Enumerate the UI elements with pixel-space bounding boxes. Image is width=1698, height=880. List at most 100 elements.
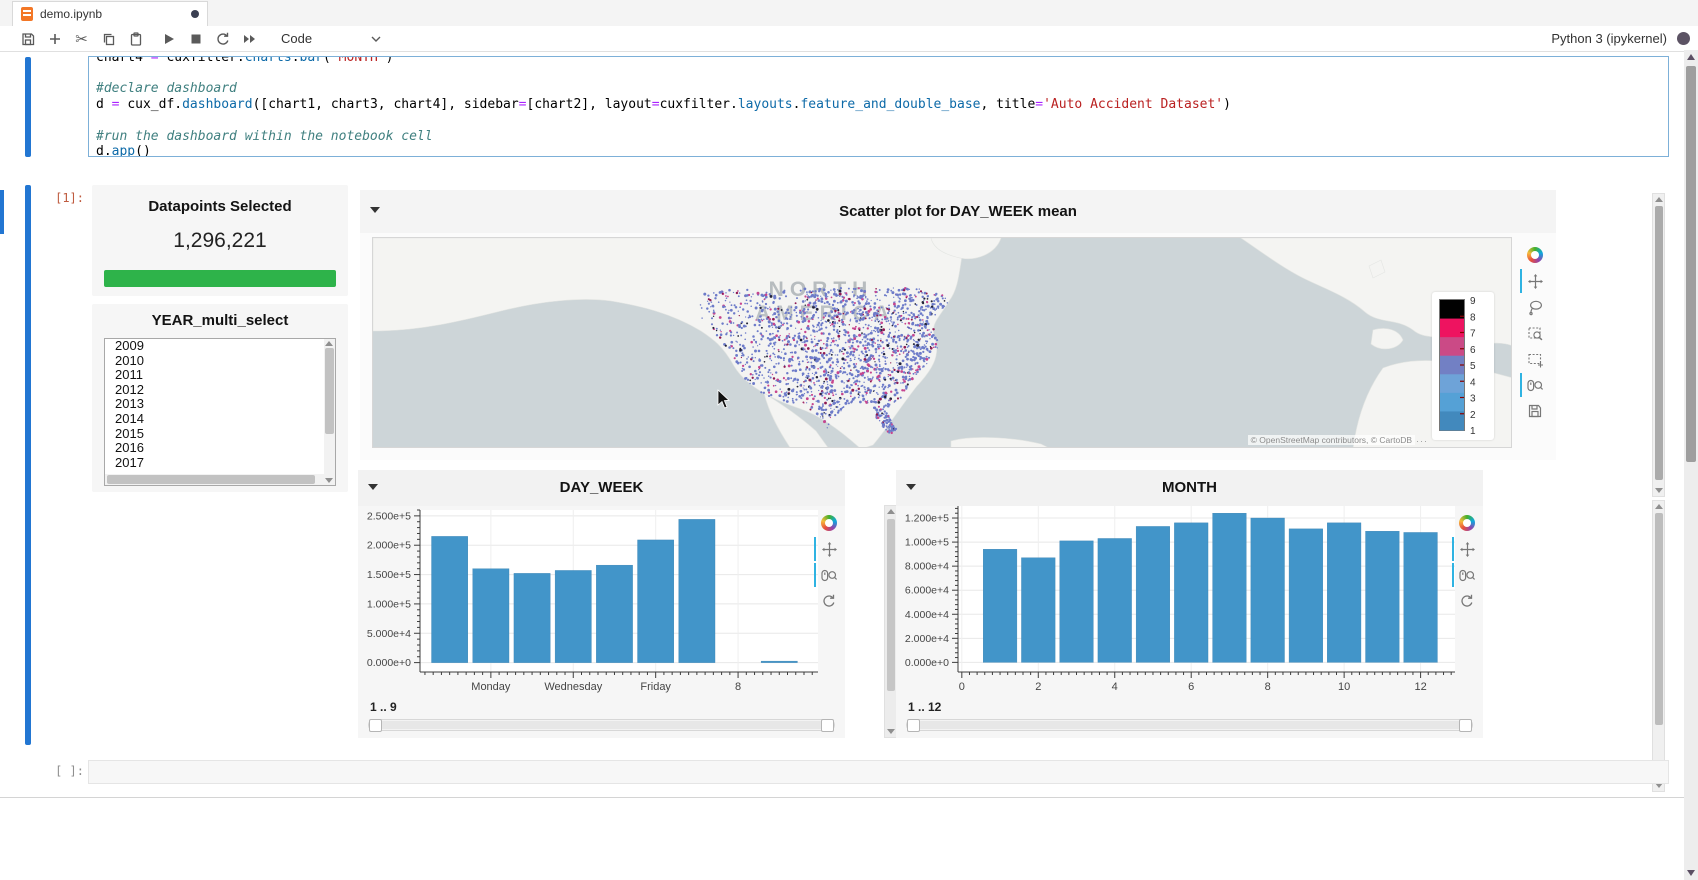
save-plot-button[interactable] <box>1524 398 1546 424</box>
bar[interactable] <box>1060 541 1094 662</box>
bokeh-logo-icon[interactable] <box>1524 242 1546 268</box>
reset-tool-button[interactable] <box>1456 588 1478 614</box>
run-cell-button[interactable] <box>155 28 182 50</box>
bar[interactable] <box>1174 523 1208 663</box>
box-select-button[interactable] <box>1524 346 1546 372</box>
slider-handle-left[interactable] <box>907 719 920 732</box>
bokeh-toolbar <box>1456 510 1478 614</box>
scroll-thumb[interactable] <box>887 519 895 691</box>
cell-input-collapser[interactable] <box>25 57 31 157</box>
code-cell-editor[interactable]: chart4 = cuxfilter.charts.bar('MONTH') #… <box>88 56 1669 157</box>
year-option[interactable]: 2013 <box>105 397 335 412</box>
year-option[interactable]: 2017 <box>105 456 335 471</box>
tab-demo-ipynb[interactable]: demo.ipynb <box>12 1 208 26</box>
x-tick-label: 10 <box>1338 681 1350 693</box>
stop-kernel-button[interactable] <box>182 28 209 50</box>
bar[interactable] <box>1021 558 1055 663</box>
bar[interactable] <box>514 573 550 662</box>
year-option[interactable]: 2009 <box>105 339 335 354</box>
bar[interactable] <box>555 570 591 662</box>
scroll-up-icon <box>1655 197 1663 202</box>
cell-type-select[interactable]: Code <box>281 31 382 46</box>
datapoints-title: Datapoints Selected <box>92 185 348 215</box>
year-option[interactable]: 2012 <box>105 383 335 398</box>
kernel-status-icon <box>1677 32 1690 45</box>
bar[interactable] <box>761 661 797 662</box>
x-tick-label: 0 <box>959 681 965 693</box>
year-option[interactable]: 2015 <box>105 427 335 442</box>
pan-tool-button[interactable] <box>818 536 840 562</box>
bar[interactable] <box>983 549 1017 662</box>
year-listbox[interactable]: 200920102011201220132014201520162017 <box>104 338 336 486</box>
year-option[interactable]: 2010 <box>105 354 335 369</box>
tab-title: demo.ipynb <box>40 7 102 21</box>
cut-cell-button[interactable]: ✂ <box>68 28 95 50</box>
bar[interactable] <box>1366 531 1400 662</box>
pan-tool-button[interactable] <box>1524 268 1546 294</box>
bar[interactable] <box>596 565 632 662</box>
bar[interactable] <box>638 540 674 663</box>
scroll-thumb[interactable] <box>1686 66 1696 462</box>
bar[interactable] <box>1289 529 1323 663</box>
output-scrollbar-lower[interactable] <box>1652 500 1665 792</box>
kernel-name: Python 3 (ipykernel) <box>1551 31 1667 46</box>
dayweek-range-slider[interactable] <box>368 719 835 731</box>
bar[interactable] <box>1251 518 1285 662</box>
lasso-select-button[interactable] <box>1524 294 1546 320</box>
year-options: 200920102011201220132014201520162017 <box>105 339 335 470</box>
y-tick-label: 5.000e+4 <box>367 628 411 640</box>
slider-handle-right[interactable] <box>1459 719 1472 732</box>
bar[interactable] <box>1404 532 1438 662</box>
year-list-horizontal-scrollbar[interactable] <box>105 474 324 485</box>
paste-cell-button[interactable] <box>122 28 149 50</box>
bar[interactable] <box>432 536 468 662</box>
code-text: chart4 = cuxfilter.charts.bar('MONTH') #… <box>89 56 1668 157</box>
wheel-zoom-button[interactable] <box>1456 562 1478 588</box>
page-scrollbar[interactable] <box>1684 50 1698 880</box>
bar[interactable] <box>473 569 509 663</box>
year-list-vertical-scrollbar[interactable] <box>324 339 335 485</box>
scroll-down-icon <box>325 478 333 483</box>
add-cell-button[interactable] <box>41 28 68 50</box>
year-option[interactable]: 2014 <box>105 412 335 427</box>
output-scrollbar-upper[interactable] <box>1652 193 1665 497</box>
save-icon <box>20 31 36 47</box>
pan-tool-button[interactable] <box>1456 536 1478 562</box>
geo-scatter-map[interactable]: NORTHAMERICA © OpenStreetMap contributor… <box>372 237 1512 448</box>
scroll-thumb[interactable] <box>325 348 334 434</box>
wheel-zoom-button[interactable] <box>1524 372 1546 398</box>
slider-handle-right[interactable] <box>821 719 834 732</box>
month-range-slider[interactable] <box>906 719 1473 731</box>
wheel-zoom-button[interactable] <box>818 562 840 588</box>
box-zoom-button[interactable] <box>1524 320 1546 346</box>
year-option[interactable]: 2011 <box>105 368 335 383</box>
run-all-button[interactable] <box>236 28 263 50</box>
x-tick-label: 4 <box>1112 681 1118 693</box>
copy-cell-button[interactable] <box>95 28 122 50</box>
scroll-thumb[interactable] <box>107 475 315 484</box>
cell-output-collapser[interactable] <box>25 185 31 745</box>
dayweek-chart-canvas[interactable]: 0.000e+05.000e+41.000e+51.500e+52.000e+5… <box>358 470 845 738</box>
reset-icon <box>821 593 837 609</box>
panel-divider <box>0 797 1684 798</box>
dayweek-chart-card: DAY_WEEK 0.000e+05.000e+41.000e+51.500e+… <box>358 470 845 738</box>
bokeh-logo-icon[interactable] <box>818 510 840 536</box>
bar[interactable] <box>1213 513 1247 662</box>
slider-handle-left[interactable] <box>369 719 382 732</box>
kernel-indicator[interactable]: Python 3 (ipykernel) <box>1551 31 1698 46</box>
bar[interactable] <box>679 519 715 662</box>
scroll-thumb[interactable] <box>1655 206 1663 480</box>
wheel-zoom-icon <box>1458 567 1476 584</box>
bar[interactable] <box>1136 526 1170 662</box>
restart-kernel-button[interactable] <box>209 28 236 50</box>
save-button[interactable] <box>14 28 41 50</box>
bokeh-logo-icon[interactable] <box>1456 510 1478 536</box>
scroll-thumb[interactable] <box>1655 513 1663 725</box>
empty-code-cell[interactable] <box>88 760 1669 784</box>
bar[interactable] <box>1327 523 1361 663</box>
bar[interactable] <box>1098 538 1132 662</box>
colorbar-tick-label: 2 <box>1470 410 1476 421</box>
year-option[interactable]: 2016 <box>105 441 335 456</box>
month-chart-canvas[interactable]: 0.000e+02.000e+44.000e+46.000e+48.000e+4… <box>896 470 1483 738</box>
reset-tool-button[interactable] <box>818 588 840 614</box>
